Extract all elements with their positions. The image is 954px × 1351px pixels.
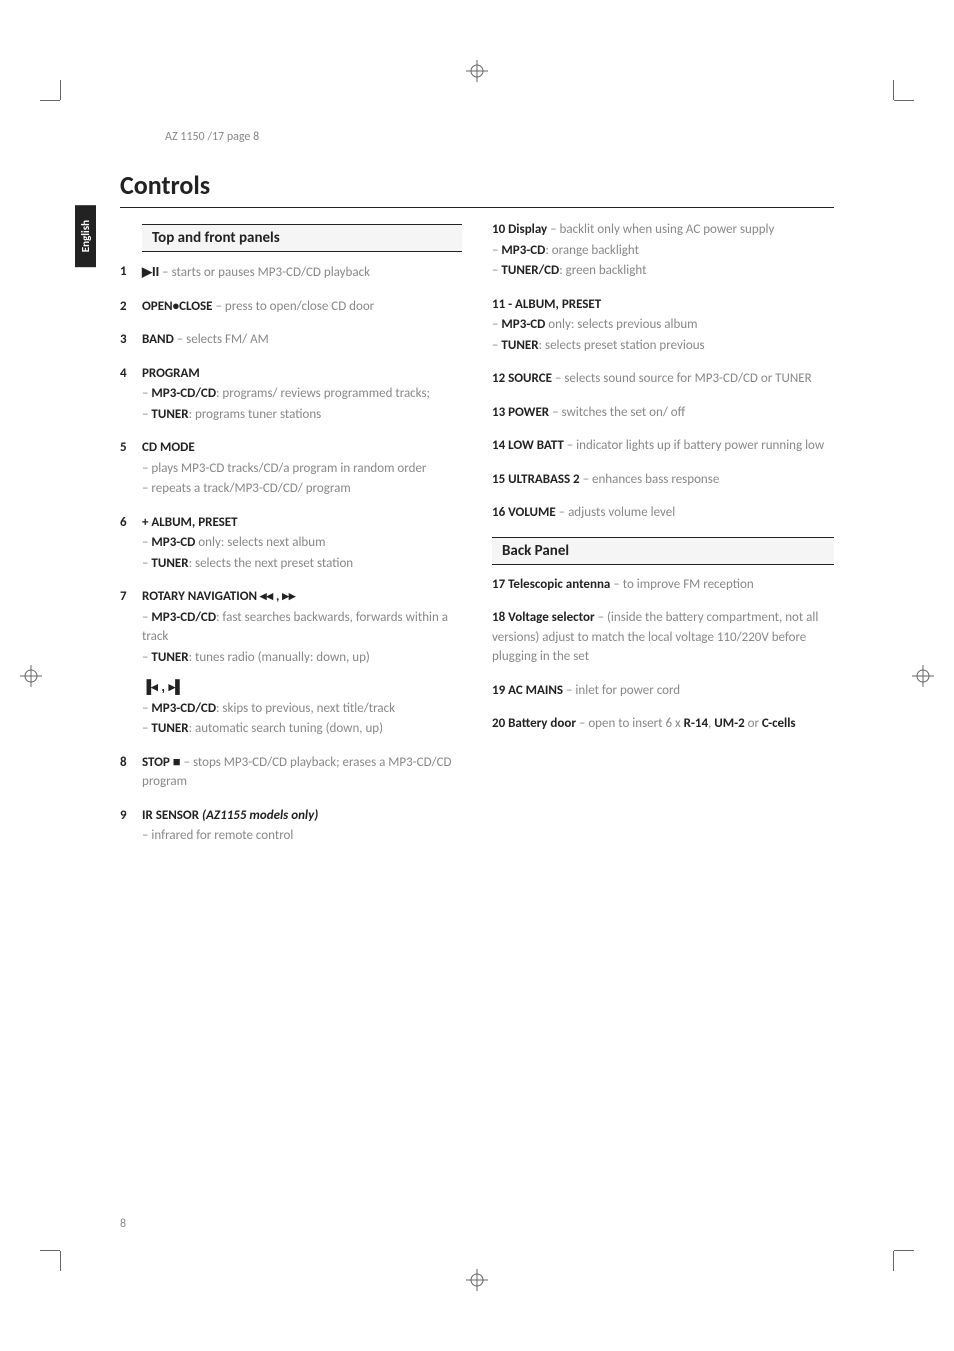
control-item: 7ROTARY NAVIGATION ◂◂ , ▸▸– MP3-CD/CD: f… xyxy=(120,587,462,739)
control-item: 5CD MODE– plays MP3-CD tracks/CD/a progr… xyxy=(120,438,462,499)
language-tab: English xyxy=(75,205,96,267)
page-number: 8 xyxy=(120,1217,126,1231)
control-item: 14 LOW BATT – indicator lights up if bat… xyxy=(492,436,834,456)
section-heading-back-panel: Back Panel xyxy=(492,537,834,565)
control-item: 15 ULTRABASS 2 – enhances bass response xyxy=(492,470,834,490)
header-line: AZ 1150 /17 page 8 xyxy=(165,130,834,144)
section-heading-top-panels: Top and front panels xyxy=(142,224,462,252)
control-item: 20 Battery door – open to insert 6 x R-1… xyxy=(492,714,834,734)
registration-mark-icon xyxy=(466,60,488,82)
control-item: 18 Voltage selector – (inside the batter… xyxy=(492,608,834,667)
control-item: 17 Telescopic antenna – to improve FM re… xyxy=(492,575,834,595)
control-item: 16 VOLUME – adjusts volume level xyxy=(492,503,834,523)
control-item: 1▶II – starts or pauses MP3-CD/CD playba… xyxy=(120,262,462,283)
page-title: Controls xyxy=(120,169,834,208)
control-item: 2OPEN•CLOSE – press to open/close CD doo… xyxy=(120,297,462,317)
crop-mark xyxy=(874,1231,894,1251)
control-item: 9IR SENSOR (AZ1155 models only)– infrare… xyxy=(120,806,462,846)
right-column: 10 Display – backlit only when using AC … xyxy=(492,220,834,860)
registration-mark-icon xyxy=(912,665,934,687)
control-item: 13 POWER – switches the set on/ off xyxy=(492,403,834,423)
control-item: 10 Display – backlit only when using AC … xyxy=(492,220,834,281)
page-content: AZ 1150 /17 page 8 English Controls Top … xyxy=(80,100,874,1251)
control-item: 11 - ALBUM, PRESET– MP3-CD only: selects… xyxy=(492,295,834,356)
registration-mark-icon xyxy=(466,1269,488,1291)
control-item: 8STOP ■ – stops MP3-CD/CD playback; eras… xyxy=(120,753,462,792)
control-item: 19 AC MAINS – inlet for power cord xyxy=(492,681,834,701)
registration-mark-icon xyxy=(20,665,42,687)
control-item: 4PROGRAM– MP3-CD/CD: programs/ reviews p… xyxy=(120,364,462,425)
left-column: Top and front panels 1▶II – starts or pa… xyxy=(120,220,462,860)
crop-mark xyxy=(874,100,894,120)
control-item: 6+ ALBUM, PRESET– MP3-CD only: selects n… xyxy=(120,513,462,574)
control-item: 12 SOURCE – selects sound source for MP3… xyxy=(492,369,834,389)
crop-mark xyxy=(60,1231,80,1251)
control-item: 3BAND – selects FM/ AM xyxy=(120,330,462,350)
crop-mark xyxy=(60,100,80,120)
